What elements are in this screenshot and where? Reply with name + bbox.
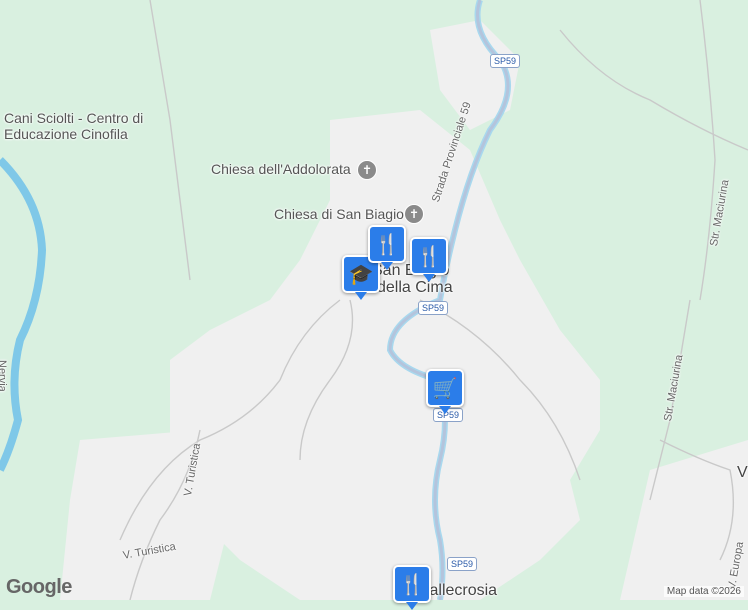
place-label-v: V [737, 464, 748, 481]
map-canvas[interactable] [0, 0, 748, 600]
church-icon[interactable]: ✝ [404, 204, 424, 224]
urban-area [60, 430, 230, 600]
map-attribution[interactable]: Map data ©2026 [663, 586, 744, 597]
road-shield-sp59: SP59 [418, 301, 449, 315]
restaurant-icon[interactable]: 🍴 [410, 237, 448, 282]
river-label: Nervia [0, 360, 8, 392]
road-shield-sp59: SP59 [447, 557, 478, 571]
dog-center-label: Cani Sciolti - Centro di Educazione Cino… [4, 110, 144, 142]
poi-label-addolorata[interactable]: Chiesa dell'Addolorata [211, 161, 351, 177]
road-shield-sp59: SP59 [490, 54, 521, 68]
google-logo: Google [6, 576, 72, 598]
church-icon[interactable]: ✝ [357, 160, 377, 180]
poi-label-san-biagio[interactable]: Chiesa di San Biagio [274, 206, 404, 222]
shopping-cart-icon[interactable]: 🛒 [426, 369, 464, 414]
restaurant-icon[interactable]: 🍴 [368, 225, 406, 270]
place-label-vallecrosia: Vallecrosia [420, 582, 498, 599]
restaurant-icon[interactable]: 🍴 [393, 565, 431, 610]
village-label-line2: della Cima [377, 279, 453, 296]
poi-label-dog-center[interactable]: Cani Sciolti - Centro di Educazione Cino… [4, 110, 144, 142]
